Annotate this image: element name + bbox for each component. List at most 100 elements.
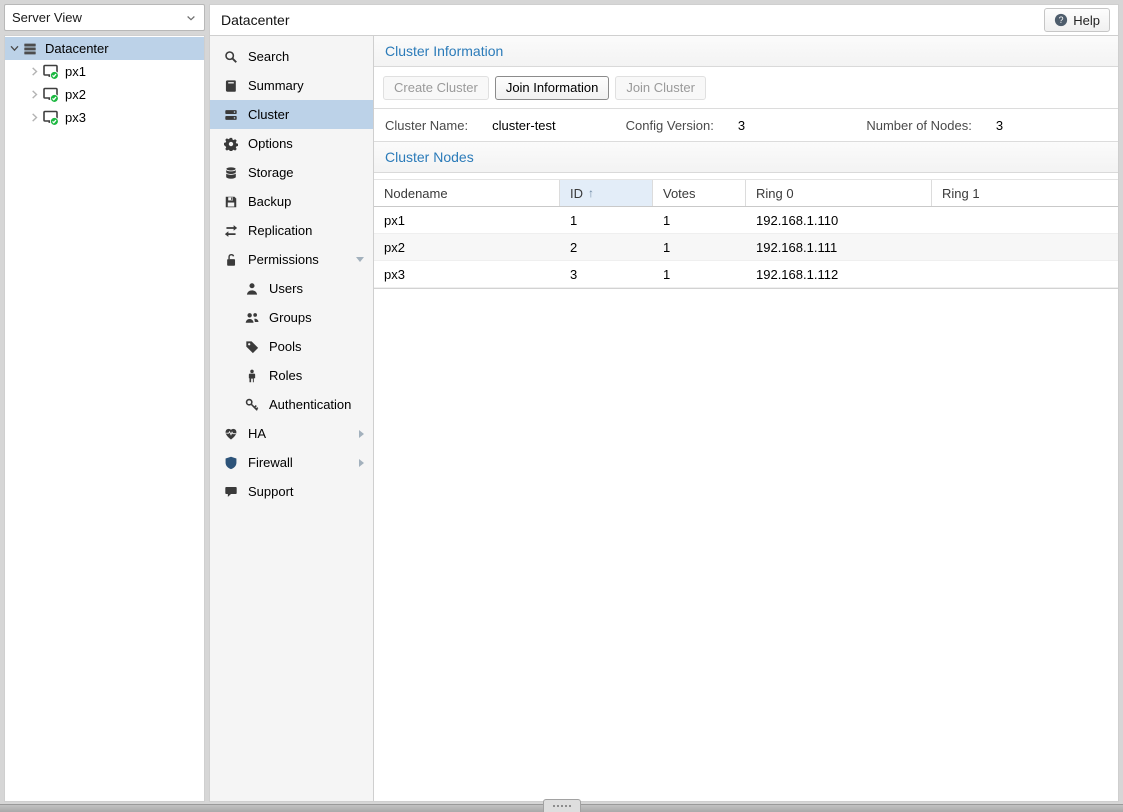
- cell-ring0: 192.168.1.110: [746, 213, 932, 228]
- join-cluster-button[interactable]: Join Cluster: [615, 76, 706, 100]
- menu-item-label: Support: [248, 484, 364, 499]
- sort-asc-icon: ↑: [588, 186, 594, 200]
- column-header-id[interactable]: ID ↑: [560, 180, 653, 206]
- caret-collapsed-icon[interactable]: [25, 112, 43, 123]
- menu-item-support[interactable]: Support: [210, 477, 373, 506]
- menu-item-authentication[interactable]: Authentication: [210, 390, 373, 419]
- tree-item-px3[interactable]: px3: [5, 106, 204, 129]
- cell-ring0: 192.168.1.111: [746, 240, 932, 255]
- cell-nodename: px2: [374, 240, 560, 255]
- menu-item-label: Options: [248, 136, 364, 151]
- number-of-nodes-label: Number of Nodes:: [866, 118, 972, 133]
- chevron-down-icon: [185, 12, 197, 24]
- cluster-summary-row: Cluster Name: cluster-test Config Versio…: [374, 109, 1118, 142]
- cluster-nodes-title: Cluster Nodes: [374, 142, 1118, 173]
- menu-item-ha[interactable]: HA: [210, 419, 373, 448]
- table-row-px1[interactable]: px1 1 1 192.168.1.110: [374, 207, 1118, 234]
- number-of-nodes-value: 3: [996, 118, 1003, 133]
- right-column: Datacenter ? Help Search: [209, 4, 1119, 802]
- user-icon: [244, 281, 260, 297]
- node-online-icon: [43, 64, 60, 80]
- column-header-nodename[interactable]: Nodename: [374, 180, 560, 206]
- server-icon: [223, 107, 239, 123]
- menu-item-options[interactable]: Options: [210, 129, 373, 158]
- tag-icon: [244, 339, 260, 355]
- menu-item-label: Pools: [269, 339, 364, 354]
- menu-item-backup[interactable]: Backup: [210, 187, 373, 216]
- caret-expanded-icon[interactable]: [5, 43, 23, 54]
- menu-item-label: Storage: [248, 165, 364, 180]
- column-header-ring0[interactable]: Ring 0: [746, 180, 932, 206]
- menu-item-roles[interactable]: Roles: [210, 361, 373, 390]
- tree-item-datacenter[interactable]: Datacenter: [5, 37, 204, 60]
- menu-item-storage[interactable]: Storage: [210, 158, 373, 187]
- menu-item-cluster[interactable]: Cluster: [210, 100, 373, 129]
- content-panel: Cluster Information Create Cluster Join …: [374, 36, 1118, 801]
- app-root: Server View: [0, 0, 1123, 812]
- tree-item-label: px2: [65, 87, 86, 102]
- tree-item-px1[interactable]: px1: [5, 60, 204, 83]
- column-header-ring1[interactable]: Ring 1: [932, 180, 1118, 206]
- cell-ring0: 192.168.1.112: [746, 267, 932, 282]
- config-version-label: Config Version:: [626, 118, 714, 133]
- tree-item-px2[interactable]: px2: [5, 83, 204, 106]
- menu-item-replication[interactable]: Replication: [210, 216, 373, 245]
- svg-text:?: ?: [1059, 15, 1064, 25]
- join-information-button[interactable]: Join Information: [495, 76, 610, 100]
- main-area: Server View: [0, 0, 1123, 804]
- table-row-px2[interactable]: px2 2 1 192.168.1.111: [374, 234, 1118, 261]
- config-version-field: Config Version: 3: [626, 118, 867, 133]
- tree-item-label: px1: [65, 64, 86, 79]
- exchange-arrows-icon: [223, 223, 239, 239]
- database-icon: [223, 165, 239, 181]
- caret-collapsed-icon[interactable]: [25, 89, 43, 100]
- node-online-icon: [43, 87, 60, 103]
- cluster-toolbar: Create Cluster Join Information Join Clu…: [374, 67, 1118, 109]
- submenu-arrow-icon: [359, 459, 364, 467]
- help-icon: ?: [1054, 13, 1068, 27]
- menu-item-label: Permissions: [248, 252, 356, 267]
- menu-item-pools[interactable]: Pools: [210, 332, 373, 361]
- resource-tree: Datacenter px1: [4, 35, 205, 802]
- caret-collapsed-icon[interactable]: [25, 66, 43, 77]
- cell-id: 2: [560, 240, 653, 255]
- help-label: Help: [1073, 13, 1100, 28]
- menu-item-label: Search: [248, 49, 364, 64]
- help-button[interactable]: ? Help: [1044, 8, 1110, 32]
- tree-item-label: px3: [65, 110, 86, 125]
- column-header-votes[interactable]: Votes: [653, 180, 746, 206]
- menu-item-label: Firewall: [248, 455, 359, 470]
- search-icon: [223, 49, 239, 65]
- menu-item-label: Replication: [248, 223, 364, 238]
- cell-nodename: px3: [374, 267, 560, 282]
- cell-votes: 1: [653, 240, 746, 255]
- menu-item-label: Groups: [269, 310, 364, 325]
- cell-id: 3: [560, 267, 653, 282]
- menu-item-summary[interactable]: Summary: [210, 71, 373, 100]
- menu-item-permissions[interactable]: Permissions: [210, 245, 373, 274]
- create-cluster-button[interactable]: Create Cluster: [383, 76, 489, 100]
- grid-body: px1 1 1 192.168.1.110 px2 2 1 192.168.1.…: [374, 207, 1118, 289]
- cell-votes: 1: [653, 267, 746, 282]
- cluster-information-title: Cluster Information: [374, 36, 1118, 67]
- menu-item-search[interactable]: Search: [210, 42, 373, 71]
- menu-item-label: Cluster: [248, 107, 364, 122]
- expand-arrow-icon: [356, 257, 364, 262]
- cell-id: 1: [560, 213, 653, 228]
- view-mode-select[interactable]: Server View: [4, 4, 205, 31]
- config-version-value: 3: [738, 118, 745, 133]
- number-of-nodes-field: Number of Nodes: 3: [866, 118, 1107, 133]
- table-row-px3[interactable]: px3 3 1 192.168.1.112: [374, 261, 1118, 288]
- gear-icon: [223, 136, 239, 152]
- menu-item-firewall[interactable]: Firewall: [210, 448, 373, 477]
- bottom-panel-collapse-handle[interactable]: [543, 799, 581, 812]
- menu-item-groups[interactable]: Groups: [210, 303, 373, 332]
- cluster-name-value: cluster-test: [492, 118, 556, 133]
- workspace: Search Summary Cluster: [209, 36, 1119, 802]
- bottom-log-splitter[interactable]: [0, 804, 1123, 812]
- book-icon: [223, 78, 239, 94]
- section-menu: Search Summary Cluster: [210, 36, 374, 801]
- menu-item-users[interactable]: Users: [210, 274, 373, 303]
- tree-item-label: Datacenter: [45, 41, 109, 56]
- person-icon: [244, 368, 260, 384]
